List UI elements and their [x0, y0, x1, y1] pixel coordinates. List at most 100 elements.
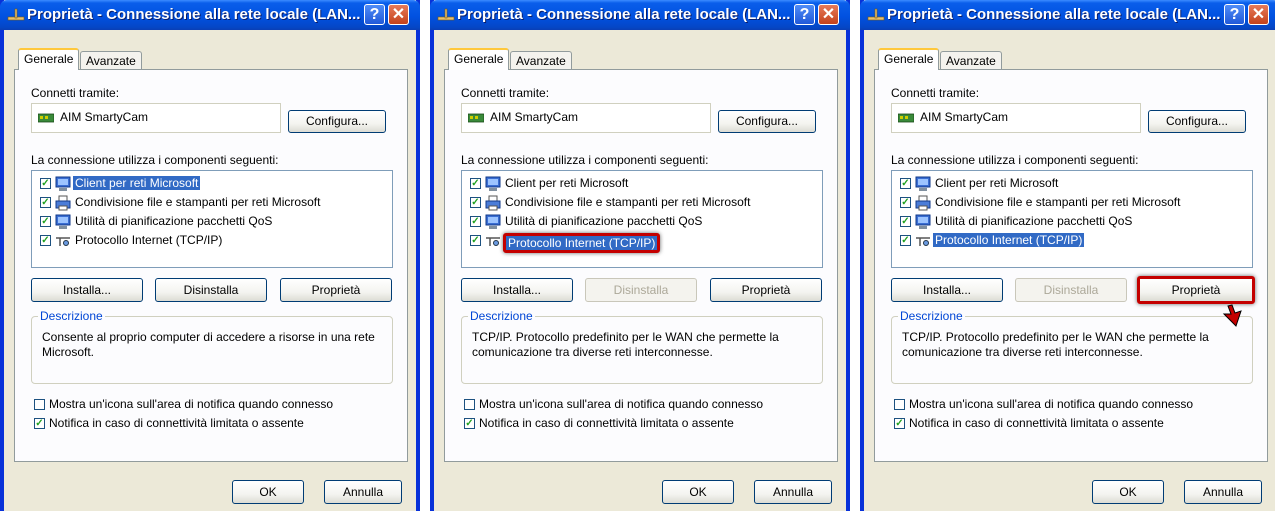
component-label: Condivisione file e stampanti per reti M… [75, 195, 321, 209]
description-group: Descrizione TCP/IP. Protocollo predefini… [461, 309, 823, 384]
show-icon-checkbox[interactable] [34, 399, 45, 410]
component-checkbox[interactable]: ✓ [470, 178, 481, 189]
component-checkbox[interactable]: ✓ [900, 178, 911, 189]
printer-sharing-icon [485, 195, 501, 211]
show-icon-checkbox[interactable] [464, 399, 475, 410]
title-bar[interactable]: Proprietà - Connessione alla rete locale… [860, 0, 1275, 30]
help-button[interactable]: ? [794, 4, 815, 25]
cancel-button[interactable]: Annulla [754, 480, 832, 504]
notify-label: Notifica in caso di connettività limitat… [49, 416, 304, 430]
tab-generale[interactable]: Generale [448, 48, 510, 70]
show-icon-checkbox[interactable] [894, 399, 905, 410]
components-list[interactable]: ✓ Client per reti Microsoft ✓ Condivisione … [891, 170, 1253, 268]
configure-button[interactable]: Configura... [1148, 110, 1246, 133]
network-protocol-icon [485, 233, 501, 249]
component-label: Client per reti Microsoft [505, 176, 629, 190]
window-title: Proprietà - Connessione alla rete locale… [457, 6, 791, 23]
properties-button[interactable]: Proprietà [710, 278, 822, 302]
install-button[interactable]: Installa... [891, 278, 1003, 302]
adapter-box: AIM SmartyCam [891, 103, 1141, 133]
ok-button[interactable]: OK [232, 480, 304, 504]
tab-avanzate[interactable]: Avanzate [80, 51, 142, 70]
component-label: Utilità di pianificazione pacchetti QoS [505, 214, 703, 228]
description-group: Descrizione TCP/IP. Protocollo predefini… [891, 309, 1253, 384]
printer-sharing-icon [915, 195, 931, 211]
component-checkbox[interactable]: ✓ [900, 235, 911, 246]
ok-button[interactable]: OK [662, 480, 734, 504]
components-list[interactable]: ✓ Client per reti Microsoft ✓ Condivisione … [461, 170, 823, 268]
close-button[interactable]: ✕ [818, 4, 839, 25]
uninstall-button[interactable]: Disinstalla [585, 278, 697, 302]
cancel-button[interactable]: Annulla [324, 480, 402, 504]
component-checkbox[interactable]: ✓ [900, 216, 911, 227]
install-button[interactable]: Installa... [461, 278, 573, 302]
component-checkbox[interactable]: ✓ [900, 197, 911, 208]
description-group: Descrizione Consente al proprio computer… [31, 309, 393, 384]
component-label: Condivisione file e stampanti per reti M… [505, 195, 751, 209]
component-label: Utilità di pianificazione pacchetti QoS [75, 214, 273, 228]
close-button[interactable]: ✕ [388, 4, 409, 25]
description-text: TCP/IP. Protocollo predefinito per le WA… [902, 330, 1209, 359]
ok-button[interactable]: OK [1092, 480, 1164, 504]
printer-sharing-icon [55, 195, 71, 211]
component-checkbox[interactable]: ✓ [470, 216, 481, 227]
tab-avanzate[interactable]: Avanzate [510, 51, 572, 70]
tab-avanzate[interactable]: Avanzate [940, 51, 1002, 70]
title-bar[interactable]: Proprietà - Connessione alla rete locale… [0, 0, 420, 30]
component-label: Protocollo Internet (TCP/IP) [933, 233, 1085, 247]
components-label: La connessione utilizza i componenti seg… [461, 153, 709, 167]
adapter-name: AIM SmartyCam [60, 110, 149, 124]
uninstall-button[interactable]: Disinstalla [155, 278, 267, 302]
window-title: Proprietà - Connessione alla rete locale… [27, 6, 361, 23]
configure-button[interactable]: Configura... [718, 110, 816, 133]
components-label: La connessione utilizza i componenti seg… [31, 153, 279, 167]
help-button[interactable]: ? [1224, 4, 1245, 25]
component-checkbox[interactable]: ✓ [470, 235, 481, 246]
components-list[interactable]: ✓ Client per reti Microsoft ✓ Condivisione … [31, 170, 393, 268]
connect-via-label: Connetti tramite: [891, 86, 980, 100]
network-adapter-icon [898, 113, 914, 123]
client-network-icon [485, 176, 501, 192]
component-label: Utilità di pianificazione pacchetti QoS [935, 214, 1133, 228]
notify-label: Notifica in caso di connettività limitat… [479, 416, 734, 430]
cancel-button[interactable]: Annulla [1184, 480, 1262, 504]
description-text: TCP/IP. Protocollo predefinito per le WA… [472, 330, 779, 359]
notify-checkbox[interactable]: ✓ [894, 418, 905, 429]
client-network-icon [915, 176, 931, 192]
notify-label: Notifica in caso di connettività limitat… [909, 416, 1164, 430]
network-protocol-icon [55, 233, 71, 249]
components-label: La connessione utilizza i componenti seg… [891, 153, 1139, 167]
component-label: Protocollo Internet (TCP/IP) [503, 233, 661, 253]
close-button[interactable]: ✕ [1248, 4, 1269, 25]
network-connection-icon [437, 8, 455, 21]
notify-checkbox[interactable]: ✓ [464, 418, 475, 429]
description-title: Descrizione [468, 309, 535, 323]
uninstall-button[interactable]: Disinstalla [1015, 278, 1127, 302]
component-checkbox[interactable]: ✓ [470, 197, 481, 208]
component-checkbox[interactable]: ✓ [40, 235, 51, 246]
tab-generale[interactable]: Generale [878, 48, 940, 70]
properties-button[interactable]: Proprietà [1137, 276, 1255, 304]
component-checkbox[interactable]: ✓ [40, 197, 51, 208]
adapter-box: AIM SmartyCam [31, 103, 281, 133]
connect-via-label: Connetti tramite: [31, 86, 120, 100]
configure-button[interactable]: Configura... [288, 110, 386, 133]
component-checkbox[interactable]: ✓ [40, 178, 51, 189]
network-adapter-icon [468, 113, 484, 123]
properties-button[interactable]: Proprietà [280, 278, 392, 302]
show-icon-label: Mostra un'icona sull'area di notifica qu… [49, 397, 334, 411]
install-button[interactable]: Installa... [31, 278, 143, 302]
description-title: Descrizione [38, 309, 105, 323]
general-tab-page: Connetti tramite: AIM SmartyCam Configur… [444, 69, 838, 462]
component-checkbox[interactable]: ✓ [40, 216, 51, 227]
adapter-name: AIM SmartyCam [490, 110, 579, 124]
title-bar[interactable]: Proprietà - Connessione alla rete locale… [430, 0, 850, 30]
qos-scheduler-icon [55, 214, 71, 230]
tab-generale[interactable]: Generale [18, 48, 80, 70]
network-protocol-icon [915, 233, 931, 249]
qos-scheduler-icon [915, 214, 931, 230]
description-title: Descrizione [898, 309, 965, 323]
help-button[interactable]: ? [364, 4, 385, 25]
adapter-box: AIM SmartyCam [461, 103, 711, 133]
notify-checkbox[interactable]: ✓ [34, 418, 45, 429]
